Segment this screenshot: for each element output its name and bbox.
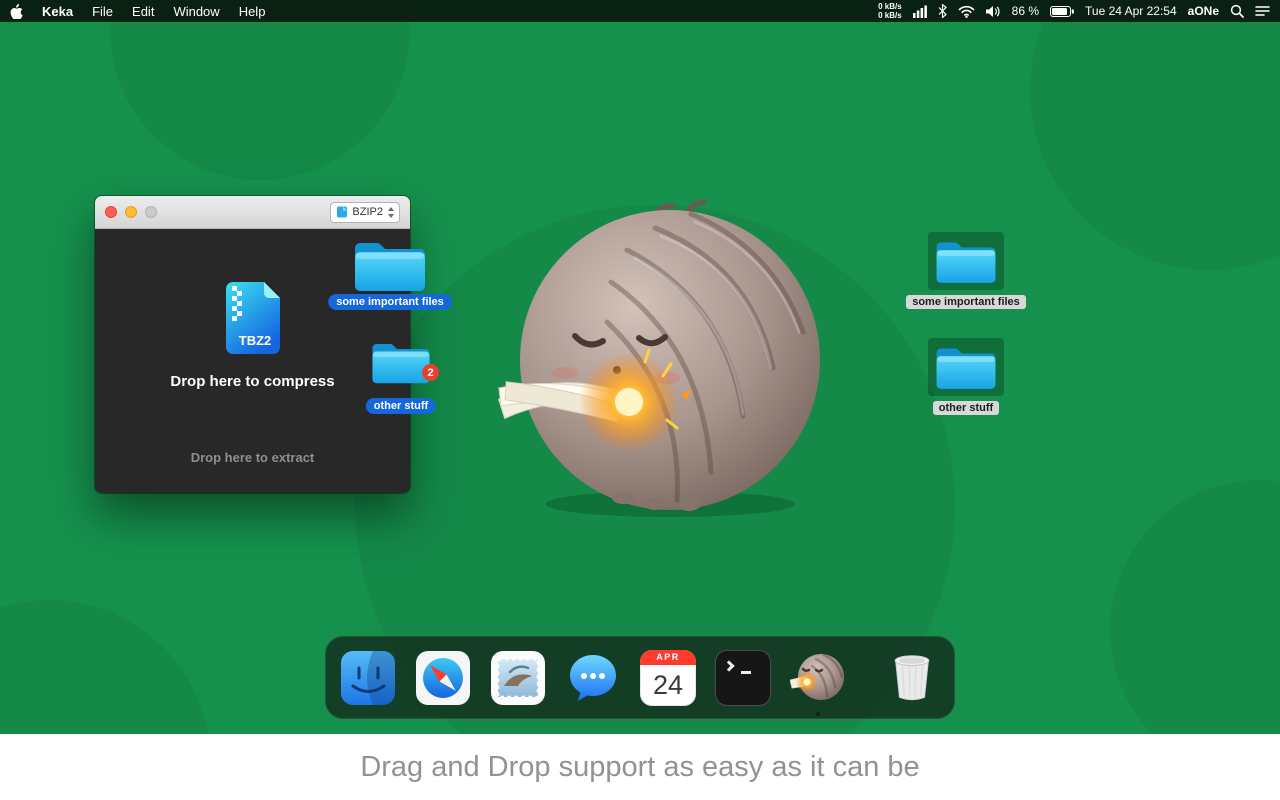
running-indicator-dot (816, 711, 820, 716)
menu-app-name[interactable]: Keka (42, 4, 73, 19)
keka-mascot-illustration (498, 199, 820, 517)
menu-edit[interactable]: Edit (132, 4, 154, 19)
battery-icon[interactable] (1050, 5, 1074, 17)
terminal-prompt-underscore (741, 670, 751, 674)
desktop-folder-important-files[interactable]: some important files (906, 232, 1026, 309)
dragged-folder-label: other stuff (365, 398, 437, 414)
battery-percentage: 86 % (1011, 4, 1040, 18)
minimize-button[interactable] (125, 206, 137, 218)
bluetooth-icon[interactable] (938, 4, 947, 18)
apple-menu-icon[interactable] (10, 3, 23, 19)
item-count-badge: 2 (422, 364, 439, 381)
network-speed-text[interactable]: 0 kB/s 0 kB/s (878, 2, 902, 20)
traffic-lights (105, 206, 157, 218)
dock-trash-icon[interactable] (884, 650, 940, 706)
dock-mail-icon[interactable] (490, 650, 546, 706)
dragged-folder-important-files[interactable] (352, 236, 428, 294)
menu-help[interactable]: Help (239, 4, 266, 19)
dragged-folder-label: some important files (328, 294, 452, 310)
format-file-icon (337, 206, 348, 218)
terminal-prompt-chevron (723, 659, 735, 672)
menu-clock[interactable]: Tue 24 Apr 22:54 (1085, 4, 1177, 18)
wifi-icon[interactable] (958, 5, 975, 18)
drop-compress-label: Drop here to compress (170, 373, 335, 390)
folder-selection-highlight (928, 338, 1004, 396)
desktop-folder-other-stuff[interactable]: other stuff (918, 338, 1014, 415)
background-circle (1030, 0, 1280, 270)
calendar-day: 24 (652, 669, 684, 700)
network-down-speed: 0 kB/s (878, 11, 902, 20)
tbz2-label: TBZ2 (238, 333, 271, 348)
menu-bar: Keka File Edit Window Help 0 kB/s 0 kB/s (0, 0, 1280, 22)
desktop: Keka File Edit Window Help 0 kB/s 0 kB/s (0, 0, 1280, 800)
folder-icon (934, 236, 998, 286)
desktop-folder-label: other stuff (932, 401, 1000, 415)
menu-user-name[interactable]: aONe (1188, 4, 1219, 18)
tbz2-file-icon: TBZ2 (222, 282, 284, 354)
dock-safari-icon[interactable] (415, 650, 471, 706)
format-dropdown[interactable]: BZIP2 (330, 201, 400, 223)
background-circle (110, 0, 410, 180)
menu-window[interactable]: Window (173, 4, 219, 19)
desktop-folder-label: some important files (906, 295, 1026, 309)
calendar-month: APR (640, 649, 696, 665)
zoom-button-disabled (145, 206, 157, 218)
window-titlebar[interactable]: BZIP2 (95, 196, 410, 229)
menu-file[interactable]: File (92, 4, 113, 19)
search-icon[interactable] (1230, 4, 1244, 18)
dragged-folder-other-stuff[interactable]: 2 (370, 338, 439, 386)
dock-terminal-icon[interactable] (715, 649, 771, 706)
dock-keka-icon[interactable] (790, 650, 846, 716)
dock: APR 24 (325, 636, 955, 719)
format-dropdown-value: BZIP2 (352, 206, 383, 218)
caption-bar: Drag and Drop support as easy as it can … (0, 734, 1280, 800)
dock-messages-icon[interactable] (565, 650, 621, 706)
close-button[interactable] (105, 206, 117, 218)
dock-calendar-icon[interactable]: APR 24 (640, 649, 696, 706)
notification-center-icon[interactable] (1255, 5, 1270, 17)
folder-icon (934, 342, 998, 392)
network-bars-icon[interactable] (912, 5, 927, 18)
caption-text: Drag and Drop support as easy as it can … (360, 750, 920, 783)
drop-extract-label: Drop here to extract (190, 450, 315, 465)
network-up-speed: 0 kB/s (878, 2, 902, 11)
volume-icon[interactable] (985, 5, 1001, 18)
dock-finder-icon[interactable] (340, 650, 396, 706)
dropdown-stepper-icon (388, 206, 394, 218)
folder-selection-highlight (928, 232, 1004, 290)
